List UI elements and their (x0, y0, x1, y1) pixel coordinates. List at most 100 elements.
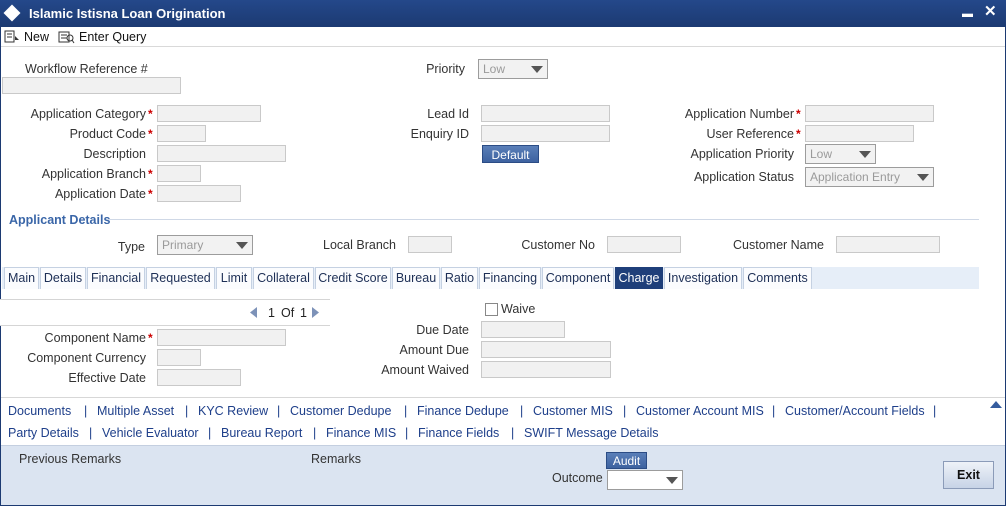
workflow-reference-input[interactable] (2, 77, 181, 94)
tab-bureau[interactable]: Bureau (392, 267, 440, 289)
amount-waived-input[interactable] (481, 361, 611, 378)
application-branch-label: Application Branch (41, 167, 146, 181)
lead-id-label: Lead Id (427, 107, 469, 121)
toolbar: New Enter Query (1, 27, 1005, 47)
tab-comments[interactable]: Comments (743, 267, 812, 289)
window-titlebar: Islamic Istisna Loan Origination ▬ ✕ (0, 0, 1006, 27)
application-category-label: Application Category (30, 107, 146, 121)
required-marker: * (796, 107, 801, 121)
record-pager: 1 Of 1 (0, 299, 330, 326)
link-customer-dedupe[interactable]: Customer Dedupe (290, 404, 391, 418)
link-bureau-report[interactable]: Bureau Report (221, 426, 302, 440)
tab-collateral[interactable]: Collateral (253, 267, 314, 289)
link-kyc-review[interactable]: KYC Review (198, 404, 268, 418)
tab-ratio[interactable]: Ratio (441, 267, 478, 289)
link-customer-mis[interactable]: Customer MIS (533, 404, 613, 418)
exit-button[interactable]: Exit (943, 461, 994, 489)
tab-financing[interactable]: Financing (479, 267, 541, 289)
link-vehicle-evaluator[interactable]: Vehicle Evaluator (102, 426, 199, 440)
link-party-details[interactable]: Party Details (8, 426, 79, 440)
tab-requested[interactable]: Requested (146, 267, 215, 289)
next-record-icon[interactable] (312, 307, 320, 318)
local-branch-input[interactable] (408, 236, 452, 253)
link-finance-fields[interactable]: Finance Fields (418, 426, 499, 440)
tab-bar: Main Details Financial Requested Limit C… (2, 267, 979, 289)
priority-label: Priority (426, 62, 465, 76)
link-customer-account-fields[interactable]: Customer/Account Fields (785, 404, 925, 418)
customer-no-input[interactable] (607, 236, 681, 253)
link-documents[interactable]: Documents (8, 404, 71, 418)
close-icon[interactable]: ✕ (984, 3, 997, 21)
tab-details[interactable]: Details (40, 267, 86, 289)
link-separator: | (185, 404, 189, 418)
component-name-input[interactable] (157, 329, 286, 346)
type-value: Primary (162, 238, 204, 252)
lead-id-input[interactable] (481, 105, 610, 122)
tab-main[interactable]: Main (4, 267, 39, 289)
link-finance-mis[interactable]: Finance MIS (326, 426, 396, 440)
enter-query-button[interactable]: Enter Query (58, 28, 146, 46)
enquiry-id-label: Enquiry ID (410, 127, 469, 141)
application-status-select[interactable]: Application Entry (805, 167, 934, 187)
app-diamond-icon (3, 4, 21, 22)
pager-of: Of (281, 306, 295, 320)
required-marker: * (148, 107, 153, 121)
application-category-input[interactable] (157, 105, 261, 122)
new-button-label: New (24, 30, 50, 44)
chevron-down-icon (917, 174, 929, 181)
application-priority-select[interactable]: Low (805, 144, 876, 164)
application-date-label: Application Date (54, 187, 146, 201)
tab-credit-score[interactable]: Credit Score (315, 267, 391, 289)
application-number-input[interactable] (805, 105, 934, 122)
amount-due-input[interactable] (481, 341, 611, 358)
component-currency-input[interactable] (157, 349, 201, 366)
customer-no-label: Customer No (521, 238, 595, 252)
link-customer-account-mis[interactable]: Customer Account MIS (636, 404, 764, 418)
chevron-down-icon (236, 242, 248, 249)
description-input[interactable] (157, 145, 286, 162)
description-label: Description (83, 147, 146, 161)
link-multiple-asset[interactable]: Multiple Asset (97, 404, 174, 418)
required-marker: * (148, 167, 153, 181)
tab-charge[interactable]: Charge (615, 267, 663, 289)
tab-financial[interactable]: Financial (87, 267, 145, 289)
tab-limit[interactable]: Limit (216, 267, 252, 289)
link-finance-dedupe[interactable]: Finance Dedupe (417, 404, 509, 418)
application-branch-input[interactable] (157, 165, 201, 182)
audit-button[interactable]: Audit (606, 452, 647, 469)
previous-record-icon[interactable] (250, 307, 258, 318)
tab-investigation[interactable]: Investigation (664, 267, 742, 289)
enter-query-icon (58, 31, 75, 44)
application-status-value: Application Entry (810, 170, 901, 184)
default-button[interactable]: Default (482, 145, 539, 163)
subscreen-links: Documents | Multiple Asset | KYC Review … (1, 397, 1005, 445)
scroll-up-icon[interactable] (990, 401, 1002, 408)
link-separator: | (89, 426, 93, 440)
chevron-down-icon (531, 66, 543, 73)
application-date-input[interactable] (157, 185, 241, 202)
minimize-icon[interactable]: ▬ (962, 5, 973, 23)
new-button[interactable]: New (4, 28, 49, 46)
due-date-input[interactable] (481, 321, 565, 338)
enquiry-id-input[interactable] (481, 125, 610, 142)
priority-select[interactable]: Low (478, 59, 548, 79)
link-separator: | (623, 404, 627, 418)
product-code-input[interactable] (157, 125, 206, 142)
window-title: Islamic Istisna Loan Origination (29, 6, 226, 21)
product-code-label: Product Code (69, 127, 146, 141)
outcome-select[interactable] (607, 470, 683, 490)
application-number-label: Application Number (684, 107, 794, 121)
type-select[interactable]: Primary (157, 235, 253, 255)
effective-date-input[interactable] (157, 369, 241, 386)
outcome-label: Outcome (552, 471, 603, 485)
amount-waived-label: Amount Waived (381, 363, 469, 377)
chevron-down-icon (666, 477, 678, 484)
user-reference-input[interactable] (805, 125, 914, 142)
footer-panel: Previous Remarks Remarks Audit Outcome E… (1, 445, 1005, 505)
customer-name-input[interactable] (836, 236, 940, 253)
waive-checkbox[interactable] (485, 303, 498, 316)
link-swift-message-details[interactable]: SWIFT Message Details (524, 426, 659, 440)
link-separator: | (404, 404, 408, 418)
link-separator: | (772, 404, 776, 418)
tab-component[interactable]: Component (542, 267, 614, 289)
